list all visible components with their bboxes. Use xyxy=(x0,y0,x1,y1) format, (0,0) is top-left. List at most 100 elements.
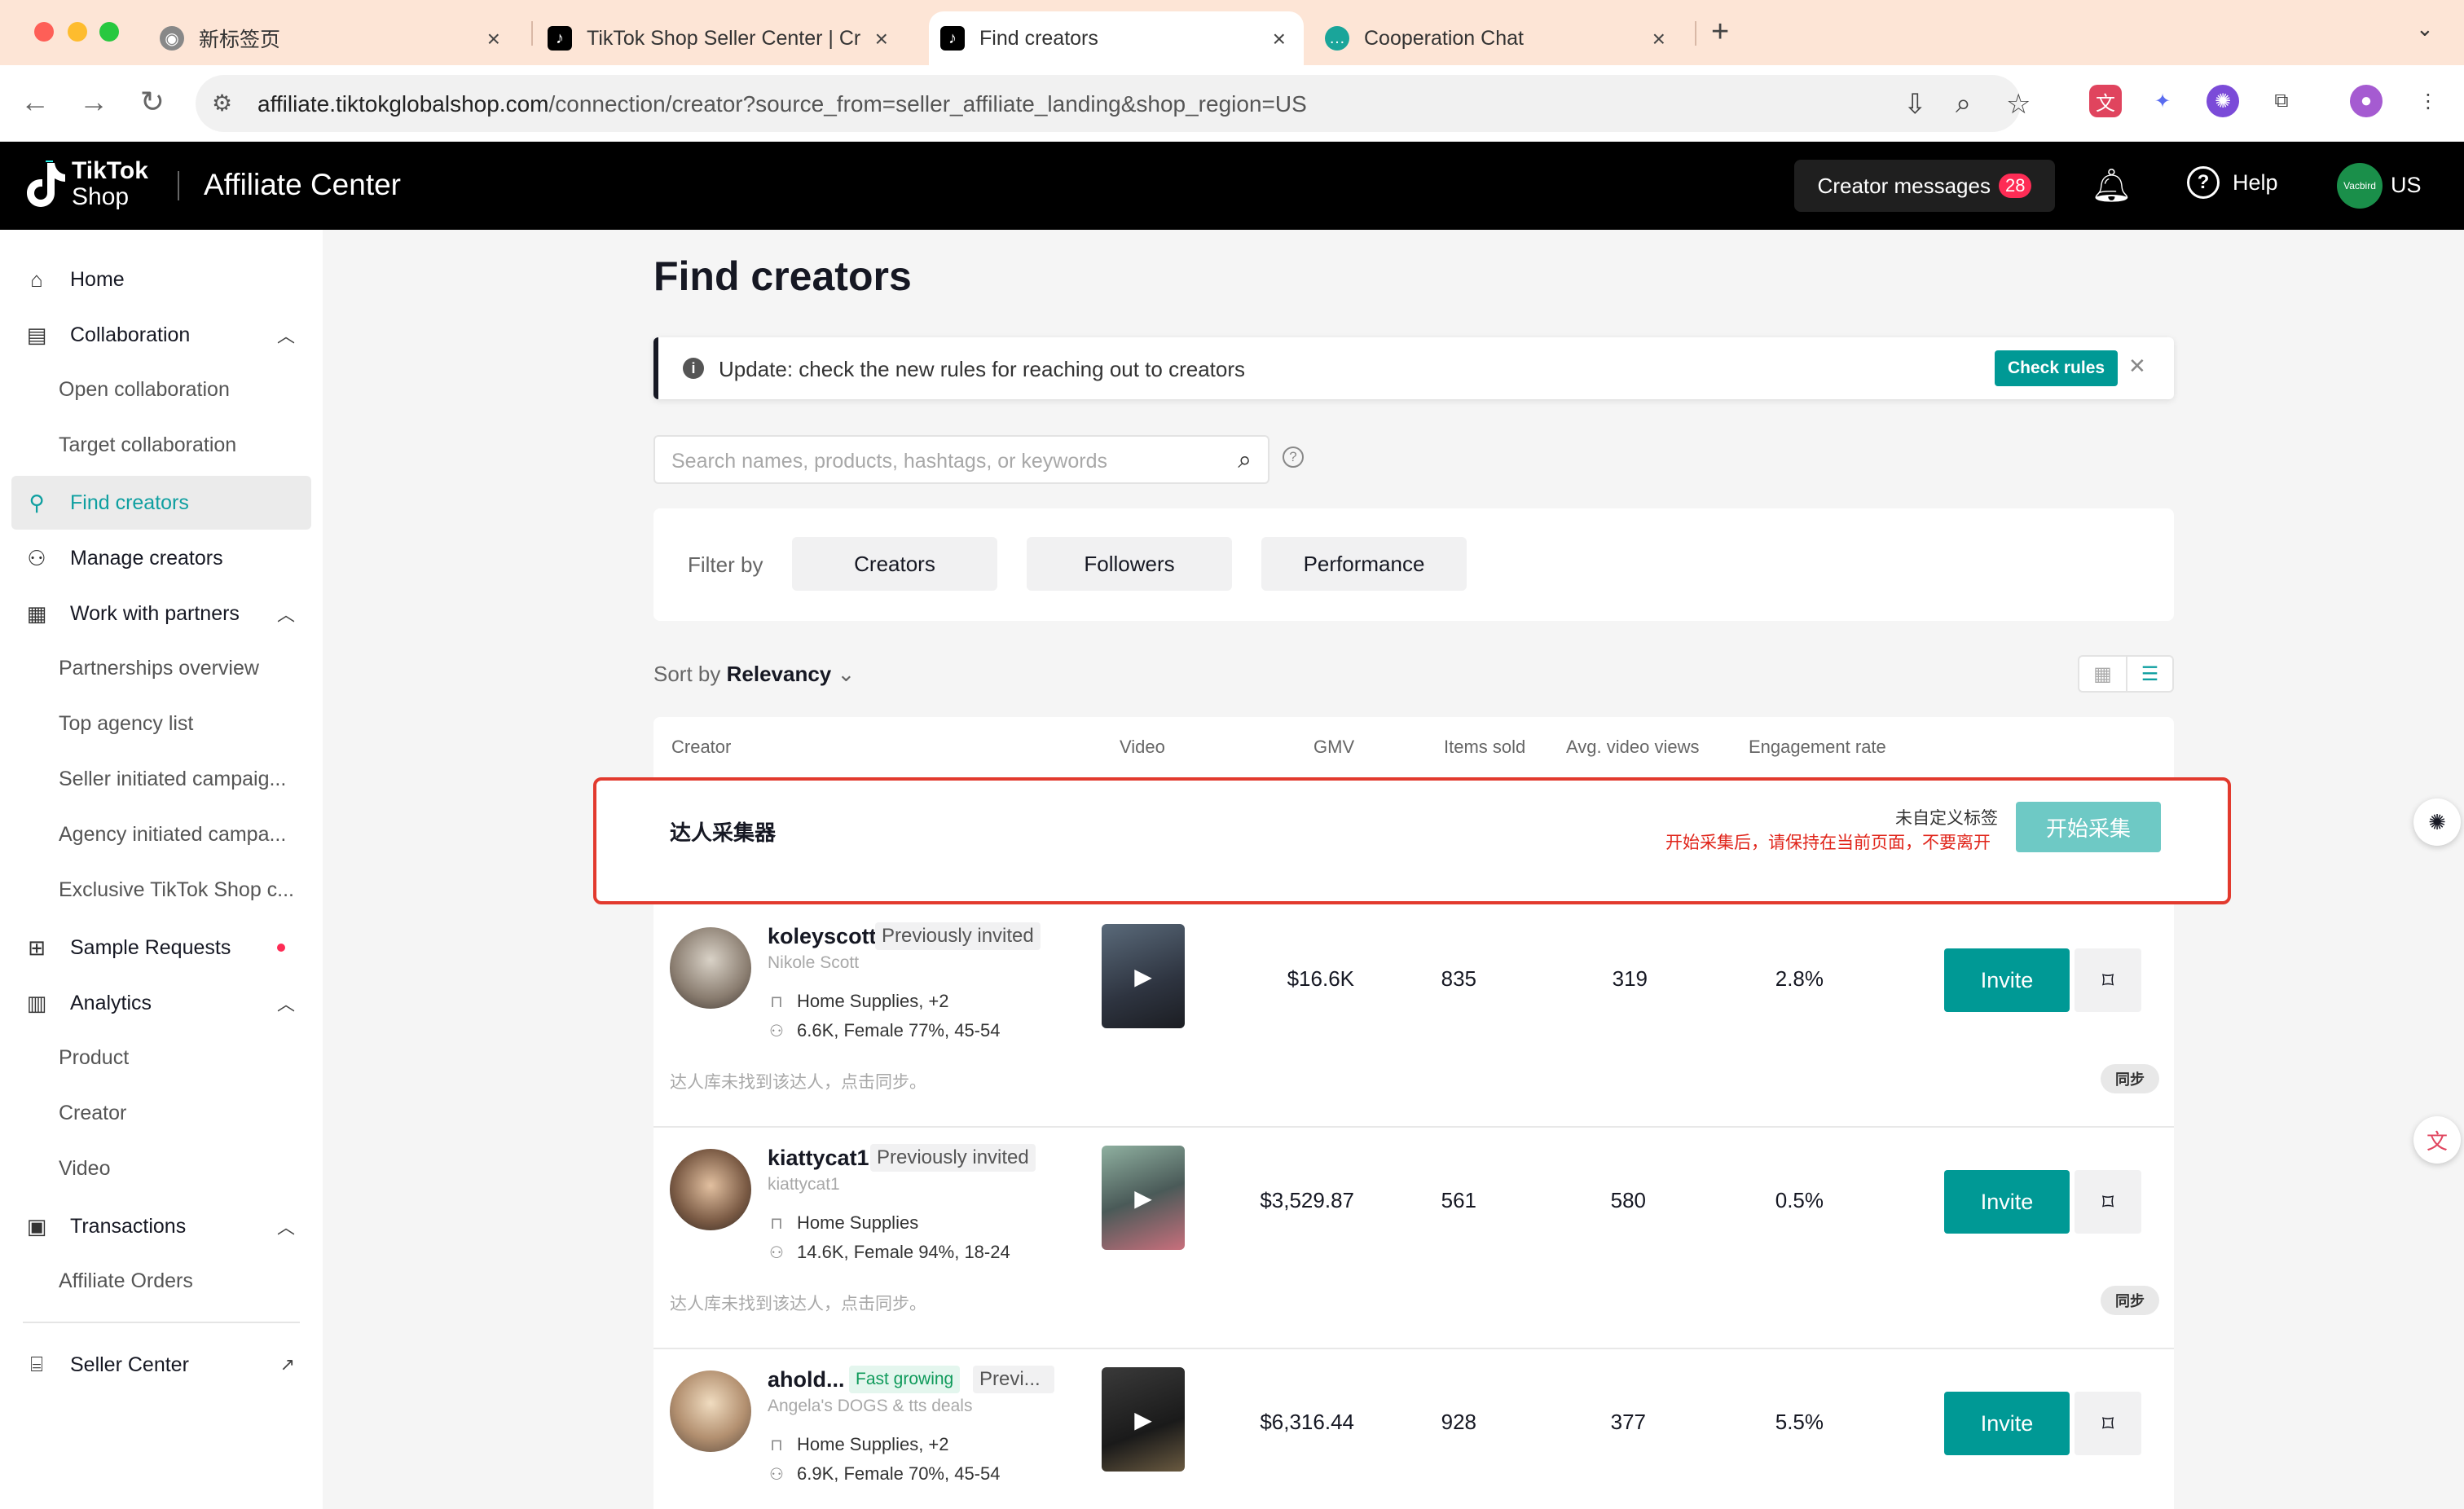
tab-search-chevron-icon[interactable]: ⌄ xyxy=(2416,16,2434,42)
column-header-engagement-rate[interactable]: Engagement rate xyxy=(1749,737,1886,758)
sync-button[interactable]: 同步 xyxy=(2101,1286,2159,1315)
search-help-icon[interactable]: ? xyxy=(1283,447,1304,468)
window-minimize-button[interactable] xyxy=(68,22,87,42)
sidebar-item-video[interactable]: Video xyxy=(59,1157,303,1181)
sync-button[interactable]: 同步 xyxy=(2101,1064,2159,1093)
bookmark-star-icon[interactable]: ☆ xyxy=(2006,88,2031,121)
sidebar-item-home[interactable]: ⌂ Home xyxy=(11,253,311,306)
sidebar-item-find-creators[interactable]: ⚲ Find creators xyxy=(11,476,311,530)
sidebar-item-product[interactable]: Product xyxy=(59,1046,303,1070)
install-app-icon[interactable]: ⇩ xyxy=(1903,88,1927,121)
invite-button[interactable]: Invite xyxy=(1944,948,2070,1012)
sidebar-item-label: Transactions xyxy=(70,1214,187,1238)
creator-avatar[interactable] xyxy=(670,1149,751,1230)
sidebar-item-target-collaboration[interactable]: Target collaboration xyxy=(59,433,303,457)
close-icon[interactable]: × xyxy=(875,26,888,52)
table-row[interactable]: ahold... Fast growing Previ... Angela's … xyxy=(653,1349,2174,1509)
table-row[interactable]: koleyscott Previously invited Nikole Sco… xyxy=(653,906,2174,1128)
filter-performance-button[interactable]: Performance xyxy=(1261,537,1467,591)
notification-bell-icon[interactable]: 🔔︎ xyxy=(2091,166,2132,205)
translate-extension-icon[interactable]: 文 xyxy=(2089,85,2122,117)
bird-extension-icon[interactable]: ✦ xyxy=(2146,85,2179,117)
close-icon[interactable]: ✕ xyxy=(2128,354,2146,379)
close-icon[interactable]: × xyxy=(1273,26,1286,52)
creator-messages-button[interactable]: Creator messages 28 xyxy=(1794,160,2055,212)
forward-arrow-icon[interactable]: → xyxy=(75,85,112,119)
sidebar-item-analytics[interactable]: ▥ Analytics ︿ xyxy=(11,976,311,1030)
video-thumbnail[interactable]: ▶ xyxy=(1102,1367,1185,1472)
table-row[interactable]: kiattycat1 Previously invited kiattycat1… xyxy=(653,1128,2174,1349)
check-rules-button[interactable]: Check rules xyxy=(1995,350,2119,386)
filter-followers-button[interactable]: Followers xyxy=(1027,537,1232,591)
url-field[interactable]: ⚙ affiliate.tiktokglobalshop.com/connect… xyxy=(196,75,2031,132)
browser-menu-icon[interactable]: ⋮ xyxy=(2412,85,2444,117)
sidebar-item-exclusive[interactable]: Exclusive TikTok Shop c... xyxy=(59,878,303,902)
sidebar-item-sample-requests[interactable]: ⊞ Sample Requests xyxy=(11,921,311,974)
help-icon: ? xyxy=(2187,166,2220,199)
start-collect-button[interactable]: 开始采集 xyxy=(2016,802,2161,852)
bookmark-icon[interactable]: ⌑ xyxy=(2075,1392,2141,1455)
creator-handle[interactable]: kiattycat1 xyxy=(768,1146,869,1171)
site-settings-icon[interactable]: ⚙ xyxy=(212,90,232,117)
window-close-button[interactable] xyxy=(34,22,54,42)
people-icon: ⚇ xyxy=(769,1243,784,1262)
sidebar-item-seller-center[interactable]: ⌸ Seller Center ↗ xyxy=(11,1338,311,1392)
play-icon: ▶ xyxy=(1134,1185,1152,1211)
invite-button[interactable]: Invite xyxy=(1944,1170,2070,1234)
bookmark-icon[interactable]: ⌑ xyxy=(2075,948,2141,1012)
octopus-extension-icon[interactable]: ✺ xyxy=(2207,85,2239,117)
items-sold-value: 928 xyxy=(1441,1410,1476,1434)
column-header-items-sold[interactable]: Items sold xyxy=(1444,737,1525,758)
creator-avatar[interactable] xyxy=(670,927,751,1009)
creator-avatar[interactable] xyxy=(670,1370,751,1452)
sidebar-item-creator[interactable]: Creator xyxy=(59,1102,303,1125)
sidebar-item-transactions[interactable]: ▣ Transactions ︿ xyxy=(11,1199,311,1253)
sidebar-item-seller-initiated[interactable]: Seller initiated campaig... xyxy=(59,768,303,791)
column-header-gmv[interactable]: GMV xyxy=(1313,737,1354,758)
bookmark-icon[interactable]: ⌑ xyxy=(2075,1170,2141,1234)
sidebar-item-open-collaboration[interactable]: Open collaboration xyxy=(59,378,303,402)
column-header-avg-video-views[interactable]: Avg. video views xyxy=(1566,737,1699,758)
browser-tab-cooperation-chat[interactable]: … Cooperation Chat × xyxy=(1325,11,1683,65)
video-thumbnail[interactable]: ▶ xyxy=(1102,924,1185,1028)
close-icon[interactable]: × xyxy=(1652,26,1665,52)
creator-audience: ⚇ 6.6K, Female 77%, 45-54 xyxy=(768,1020,1000,1041)
bag-icon: ⊓ xyxy=(770,992,783,1011)
creator-handle[interactable]: ahold... xyxy=(768,1367,845,1392)
sidebar-item-work-with-partners[interactable]: ▦ Work with partners ︿ xyxy=(11,587,311,640)
list-view-icon[interactable]: ☰ xyxy=(2125,657,2172,691)
sort-by-dropdown[interactable]: Sort by Relevancy ⌄ xyxy=(653,662,855,687)
sidebar-item-partnerships-overview[interactable]: Partnerships overview xyxy=(59,657,303,680)
sidebar-item-agency-initiated[interactable]: Agency initiated campa... xyxy=(59,823,303,847)
translate-float-icon[interactable]: 文 xyxy=(2413,1116,2461,1164)
invite-button[interactable]: Invite xyxy=(1944,1392,2070,1455)
help-button[interactable]: ? Help xyxy=(2187,166,2278,199)
creator-search-input[interactable]: Search names, products, hashtags, or key… xyxy=(653,435,1269,484)
reload-icon[interactable]: ↻ xyxy=(134,85,171,119)
profile-avatar-icon[interactable]: ● xyxy=(2350,85,2383,117)
sidebar-item-collaboration[interactable]: ▤ Collaboration ︿ xyxy=(11,308,311,362)
extensions-puzzle-icon[interactable]: ⧉ xyxy=(2265,85,2298,117)
creator-handle[interactable]: koleyscott xyxy=(768,924,877,949)
video-thumbnail[interactable]: ▶ xyxy=(1102,1146,1185,1250)
sidebar-item-affiliate-orders[interactable]: Affiliate Orders xyxy=(59,1269,303,1293)
browser-tab-find-creators[interactable]: ♪ Find creators × xyxy=(929,11,1304,65)
sidebar-item-manage-creators[interactable]: ⚇ Manage creators xyxy=(11,531,311,585)
chevron-up-icon: ︿ xyxy=(276,326,295,346)
close-icon[interactable]: × xyxy=(487,26,500,52)
browser-tab-seller-center[interactable]: ♪ TikTok Shop Seller Center | Cr × xyxy=(548,11,906,65)
new-tab-button[interactable]: + xyxy=(1711,15,1729,50)
search-icon[interactable]: ⌕ xyxy=(1238,447,1252,474)
shop-avatar[interactable]: Vacbird xyxy=(2337,163,2383,209)
window-zoom-button[interactable] xyxy=(99,22,119,42)
back-arrow-icon[interactable]: ← xyxy=(16,85,54,119)
filter-creators-button[interactable]: Creators xyxy=(792,537,997,591)
sidebar-item-label: Sample Requests xyxy=(70,935,231,959)
sidebar-item-top-agency-list[interactable]: Top agency list xyxy=(59,712,303,736)
region-label[interactable]: US xyxy=(2391,173,2422,198)
grid-view-icon[interactable]: ▦ xyxy=(2079,657,2126,691)
browser-tab-newtab[interactable]: ◉ 新标签页 × xyxy=(160,11,518,65)
zoom-icon[interactable]: ⌕ xyxy=(1956,88,1971,120)
octopus-extension-float-icon[interactable]: ✺ xyxy=(2413,798,2461,846)
sidebar-item-label: Collaboration xyxy=(70,323,191,346)
